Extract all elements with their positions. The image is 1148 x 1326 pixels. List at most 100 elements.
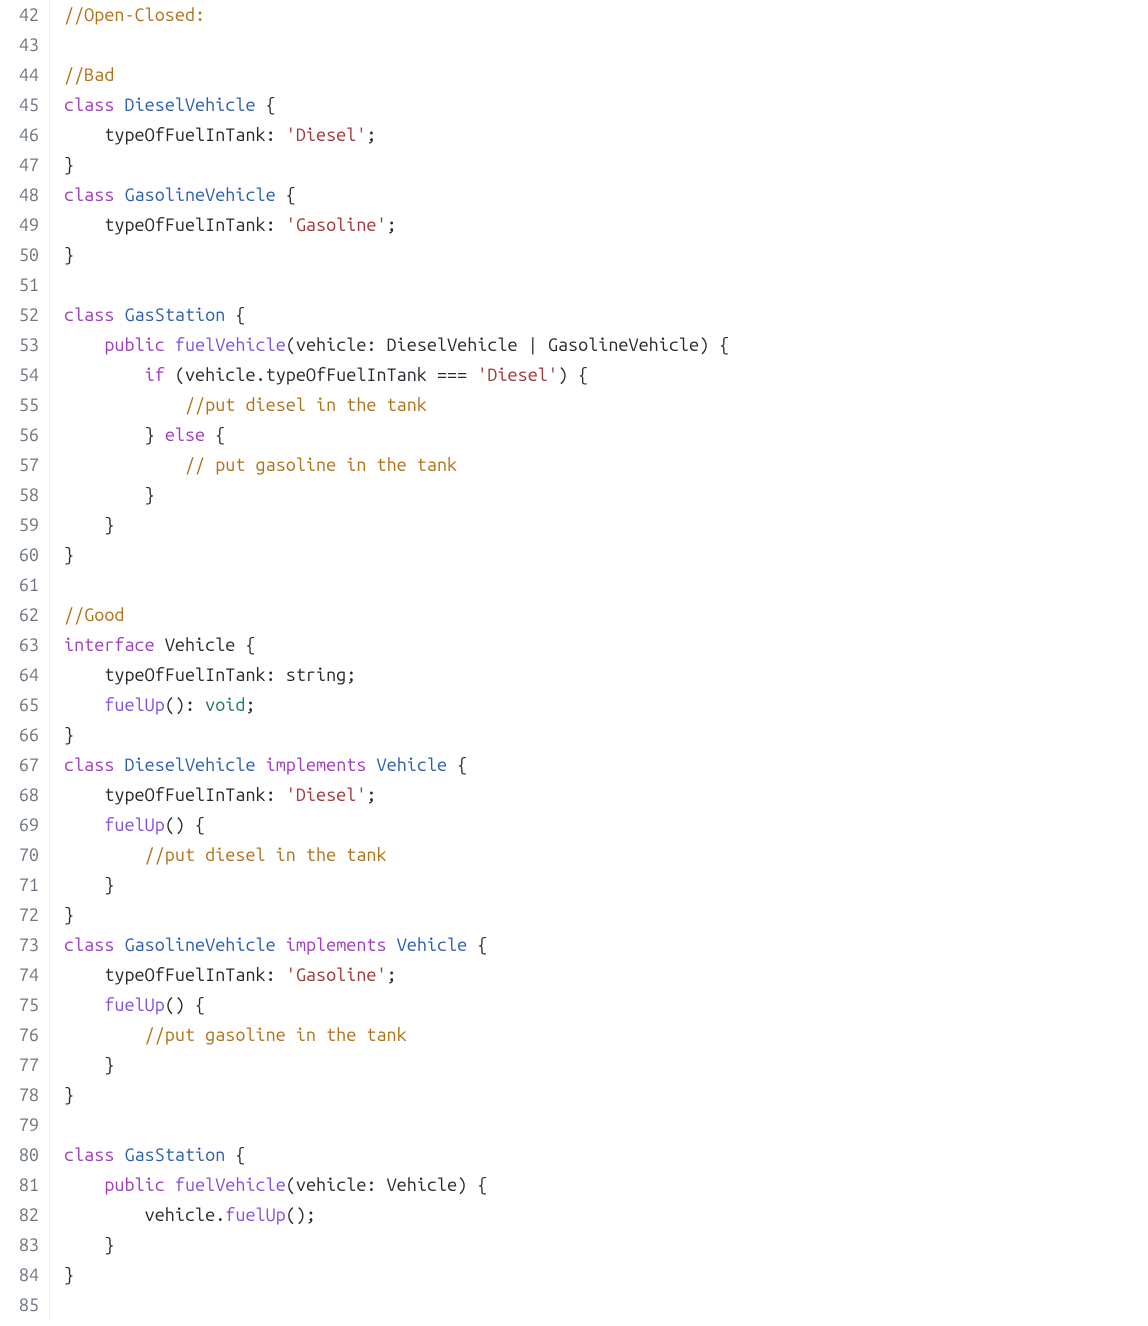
line-number: 84: [6, 1260, 39, 1290]
code-line[interactable]: [64, 270, 1148, 300]
token-string: 'Gasoline': [286, 215, 387, 235]
token-string: 'Diesel': [286, 125, 367, 145]
code-line[interactable]: [64, 1110, 1148, 1140]
token-plain: ;: [387, 215, 397, 235]
token-plain: [114, 935, 124, 955]
token-plain: [64, 815, 104, 835]
code-line[interactable]: [64, 1290, 1148, 1320]
code-line[interactable]: }: [64, 540, 1148, 570]
code-line[interactable]: //put diesel in the tank: [64, 840, 1148, 870]
code-line[interactable]: typeOfFuelInTank: 'Gasoline';: [64, 960, 1148, 990]
line-number: 63: [6, 630, 39, 660]
token-func: fuelUp: [225, 1205, 285, 1225]
code-line[interactable]: // put gasoline in the tank: [64, 450, 1148, 480]
token-plain: ():: [165, 695, 205, 715]
code-line[interactable]: }: [64, 900, 1148, 930]
code-line[interactable]: //Good: [64, 600, 1148, 630]
line-number: 83: [6, 1230, 39, 1260]
code-line[interactable]: [64, 30, 1148, 60]
code-line[interactable]: fuelUp() {: [64, 810, 1148, 840]
code-editor: 4243444546474849505152535455565758596061…: [0, 0, 1148, 1320]
token-plain: {: [467, 935, 487, 955]
token-plain: (vehicle: Vehicle) {: [286, 1175, 488, 1195]
code-line[interactable]: typeOfFuelInTank: string;: [64, 660, 1148, 690]
line-number: 50: [6, 240, 39, 270]
code-line[interactable]: }: [64, 1230, 1148, 1260]
token-plain: () {: [165, 815, 205, 835]
token-type: GasStation: [125, 1145, 226, 1165]
token-keyword: public: [104, 1175, 164, 1195]
code-line[interactable]: typeOfFuelInTank: 'Diesel';: [64, 120, 1148, 150]
code-line[interactable]: } else {: [64, 420, 1148, 450]
line-number: 42: [6, 0, 39, 30]
code-line[interactable]: class GasStation {: [64, 300, 1148, 330]
token-type: GasStation: [125, 305, 226, 325]
token-plain: Vehicle {: [155, 635, 256, 655]
token-plain: }: [64, 1235, 114, 1255]
token-string: 'Gasoline': [286, 965, 387, 985]
token-plain: typeOfFuelInTank:: [64, 215, 286, 235]
line-number: 73: [6, 930, 39, 960]
code-line[interactable]: //put diesel in the tank: [64, 390, 1148, 420]
code-line[interactable]: }: [64, 150, 1148, 180]
token-plain: {: [276, 185, 296, 205]
token-plain: typeOfFuelInTank:: [64, 965, 286, 985]
code-line[interactable]: public fuelVehicle(vehicle: DieselVehicl…: [64, 330, 1148, 360]
code-line[interactable]: vehicle.fuelUp();: [64, 1200, 1148, 1230]
code-line[interactable]: }: [64, 870, 1148, 900]
token-plain: }: [64, 1085, 74, 1105]
line-number: 66: [6, 720, 39, 750]
code-line[interactable]: public fuelVehicle(vehicle: Vehicle) {: [64, 1170, 1148, 1200]
code-line[interactable]: typeOfFuelInTank: 'Diesel';: [64, 780, 1148, 810]
line-number: 62: [6, 600, 39, 630]
code-line[interactable]: }: [64, 720, 1148, 750]
token-plain: ;: [387, 965, 397, 985]
code-line[interactable]: class DieselVehicle implements Vehicle {: [64, 750, 1148, 780]
token-keyword: if: [145, 365, 165, 385]
token-plain: [366, 755, 376, 775]
line-number: 81: [6, 1170, 39, 1200]
token-plain: vehicle.: [64, 1205, 225, 1225]
code-line[interactable]: //Bad: [64, 60, 1148, 90]
code-line[interactable]: typeOfFuelInTank: 'Gasoline';: [64, 210, 1148, 240]
code-line[interactable]: interface Vehicle {: [64, 630, 1148, 660]
line-number: 74: [6, 960, 39, 990]
line-number: 85: [6, 1290, 39, 1320]
code-line[interactable]: class GasolineVehicle {: [64, 180, 1148, 210]
line-number: 57: [6, 450, 39, 480]
line-number: 60: [6, 540, 39, 570]
code-line[interactable]: }: [64, 510, 1148, 540]
code-line[interactable]: class GasolineVehicle implements Vehicle…: [64, 930, 1148, 960]
code-line[interactable]: }: [64, 1080, 1148, 1110]
code-line[interactable]: fuelUp() {: [64, 990, 1148, 1020]
token-plain: [276, 935, 286, 955]
code-line[interactable]: }: [64, 240, 1148, 270]
code-line[interactable]: [64, 570, 1148, 600]
line-number: 78: [6, 1080, 39, 1110]
line-number: 55: [6, 390, 39, 420]
code-line[interactable]: }: [64, 1260, 1148, 1290]
line-number: 65: [6, 690, 39, 720]
line-number: 46: [6, 120, 39, 150]
line-number: 64: [6, 660, 39, 690]
token-keyword: public: [104, 335, 164, 355]
line-number: 45: [6, 90, 39, 120]
code-line[interactable]: }: [64, 480, 1148, 510]
line-number: 43: [6, 30, 39, 60]
code-line[interactable]: }: [64, 1050, 1148, 1080]
token-comment: //put gasoline in the tank: [145, 1025, 407, 1045]
token-plain: }: [64, 905, 74, 925]
token-plain: }: [64, 155, 74, 175]
token-plain: }: [64, 1055, 114, 1075]
code-line[interactable]: fuelUp(): void;: [64, 690, 1148, 720]
code-line[interactable]: if (vehicle.typeOfFuelInTank === 'Diesel…: [64, 360, 1148, 390]
code-line[interactable]: class DieselVehicle {: [64, 90, 1148, 120]
token-plain: ) {: [558, 365, 588, 385]
token-keyword: class: [64, 305, 114, 325]
code-line[interactable]: class GasStation {: [64, 1140, 1148, 1170]
code-line[interactable]: //Open-Closed:: [64, 0, 1148, 30]
token-plain: typeOfFuelInTank:: [64, 785, 286, 805]
code-area[interactable]: //Open-Closed: //Badclass DieselVehicle …: [50, 0, 1148, 1320]
line-number: 75: [6, 990, 39, 1020]
code-line[interactable]: //put gasoline in the tank: [64, 1020, 1148, 1050]
